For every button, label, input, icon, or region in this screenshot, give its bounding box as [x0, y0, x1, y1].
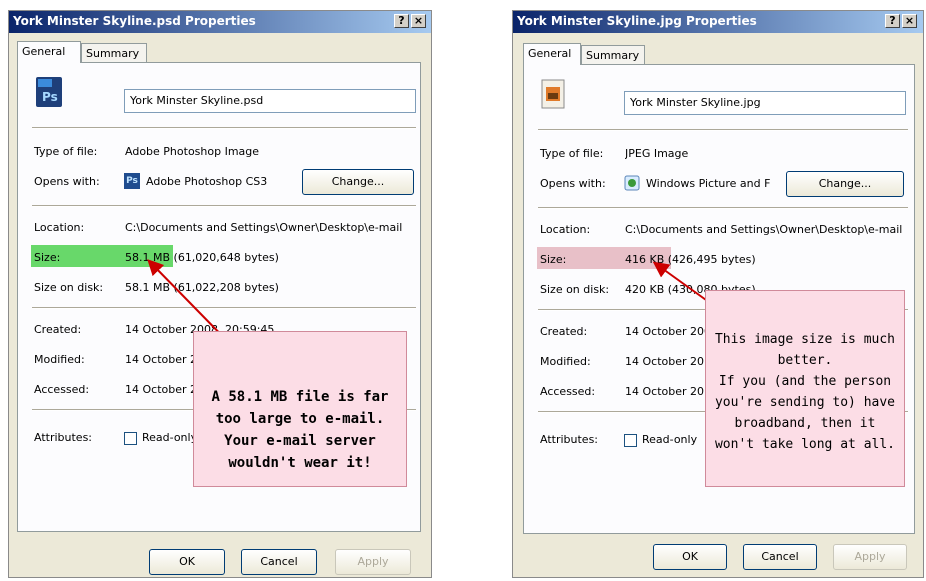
tab-summary[interactable]: Summary	[81, 43, 147, 63]
note-line: too large to e-mail.	[215, 411, 385, 427]
tab-summary[interactable]: Summary	[581, 45, 645, 65]
size-value: 416 KB (426,495 bytes)	[625, 253, 756, 266]
help-button[interactable]: ?	[394, 14, 409, 28]
tab-general[interactable]: General	[17, 41, 81, 63]
size-value: 58.1 MB (61,020,648 bytes)	[125, 251, 279, 264]
filename-field[interactable]: York Minster Skyline.jpg	[624, 91, 906, 115]
type-label: Type of file:	[540, 147, 604, 160]
opens-label: Opens with:	[34, 175, 100, 188]
note-line: If you (and the person	[718, 374, 892, 389]
disk-label: Size on disk:	[34, 281, 104, 294]
accessed-label: Accessed:	[34, 383, 90, 396]
dialog-title: York Minster Skyline.psd Properties	[13, 14, 256, 28]
photoshop-app-icon: Ps	[124, 173, 140, 189]
change-button[interactable]: Change...	[786, 171, 904, 197]
filename-field[interactable]: York Minster Skyline.psd	[124, 89, 416, 113]
note-line: wouldn't wear it!	[228, 455, 372, 471]
location-value: C:\Documents and Settings\Owner\Desktop\…	[625, 223, 903, 236]
location-label: Location:	[540, 223, 591, 236]
note-line: A 58.1 MB file is far	[211, 389, 389, 405]
note-line: broadband, then it	[734, 416, 876, 431]
opens-value: Windows Picture and F	[646, 177, 771, 190]
apply-button[interactable]: Apply	[335, 549, 411, 575]
note-line: won't take long at all.	[714, 437, 895, 452]
disk-label: Size on disk:	[540, 283, 610, 296]
cancel-button[interactable]: Cancel	[743, 544, 817, 570]
divider	[32, 205, 416, 207]
note-line: This image size is much	[714, 332, 895, 347]
readonly-label: Read-only	[142, 431, 198, 444]
attributes-label: Attributes:	[34, 431, 93, 444]
attributes-label: Attributes:	[540, 433, 599, 446]
readonly-label: Read-only	[642, 433, 698, 446]
modified-value: 14 October 20	[625, 355, 705, 368]
readonly-checkbox[interactable]	[624, 434, 637, 447]
type-label: Type of file:	[34, 145, 98, 158]
dialog-title: York Minster Skyline.jpg Properties	[517, 14, 757, 28]
title-bar[interactable]: York Minster Skyline.jpg Properties ? ×	[513, 11, 923, 33]
created-label: Created:	[34, 323, 82, 336]
callout-note-left: A 58.1 MB file is far too large to e-mai…	[193, 331, 407, 487]
tab-general[interactable]: General	[523, 43, 581, 65]
size-label: Size:	[540, 253, 567, 266]
note-line: Your e-mail server	[224, 433, 376, 449]
svg-text:Ps: Ps	[42, 90, 58, 104]
psd-properties-dialog: York Minster Skyline.psd Properties ? × …	[8, 10, 432, 578]
readonly-checkbox[interactable]	[124, 432, 137, 445]
location-value: C:\Documents and Settings\Owner\Desktop\…	[125, 221, 403, 234]
created-label: Created:	[540, 325, 588, 338]
help-button[interactable]: ?	[885, 14, 900, 28]
title-bar[interactable]: York Minster Skyline.psd Properties ? ×	[9, 11, 431, 33]
divider	[32, 307, 416, 309]
close-button[interactable]: ×	[411, 14, 426, 28]
size-label: Size:	[34, 251, 61, 264]
accessed-label: Accessed:	[540, 385, 596, 398]
apply-button[interactable]: Apply	[833, 544, 907, 570]
accessed-value: 14 October 20	[625, 385, 705, 398]
picture-viewer-icon	[624, 175, 640, 191]
type-value: JPEG Image	[625, 147, 689, 160]
divider	[538, 207, 908, 209]
cancel-button[interactable]: Cancel	[241, 549, 317, 575]
ok-button[interactable]: OK	[149, 549, 225, 575]
note-line: you're sending to) have	[714, 395, 895, 410]
type-value: Adobe Photoshop Image	[125, 145, 260, 158]
opens-value: Adobe Photoshop CS3	[146, 175, 268, 188]
close-button[interactable]: ×	[902, 14, 917, 28]
divider	[538, 129, 908, 131]
photoshop-file-icon: Ps	[34, 77, 64, 107]
disk-value: 58.1 MB (61,022,208 bytes)	[125, 281, 279, 294]
ok-button[interactable]: OK	[653, 544, 727, 570]
divider	[32, 127, 416, 129]
jpeg-file-icon	[540, 79, 566, 109]
change-button[interactable]: Change...	[302, 169, 414, 195]
modified-label: Modified:	[34, 353, 85, 366]
modified-label: Modified:	[540, 355, 591, 368]
location-label: Location:	[34, 221, 85, 234]
callout-note-right: This image size is much better. If you (…	[705, 290, 905, 487]
note-line: better.	[777, 353, 833, 368]
opens-label: Opens with:	[540, 177, 606, 190]
